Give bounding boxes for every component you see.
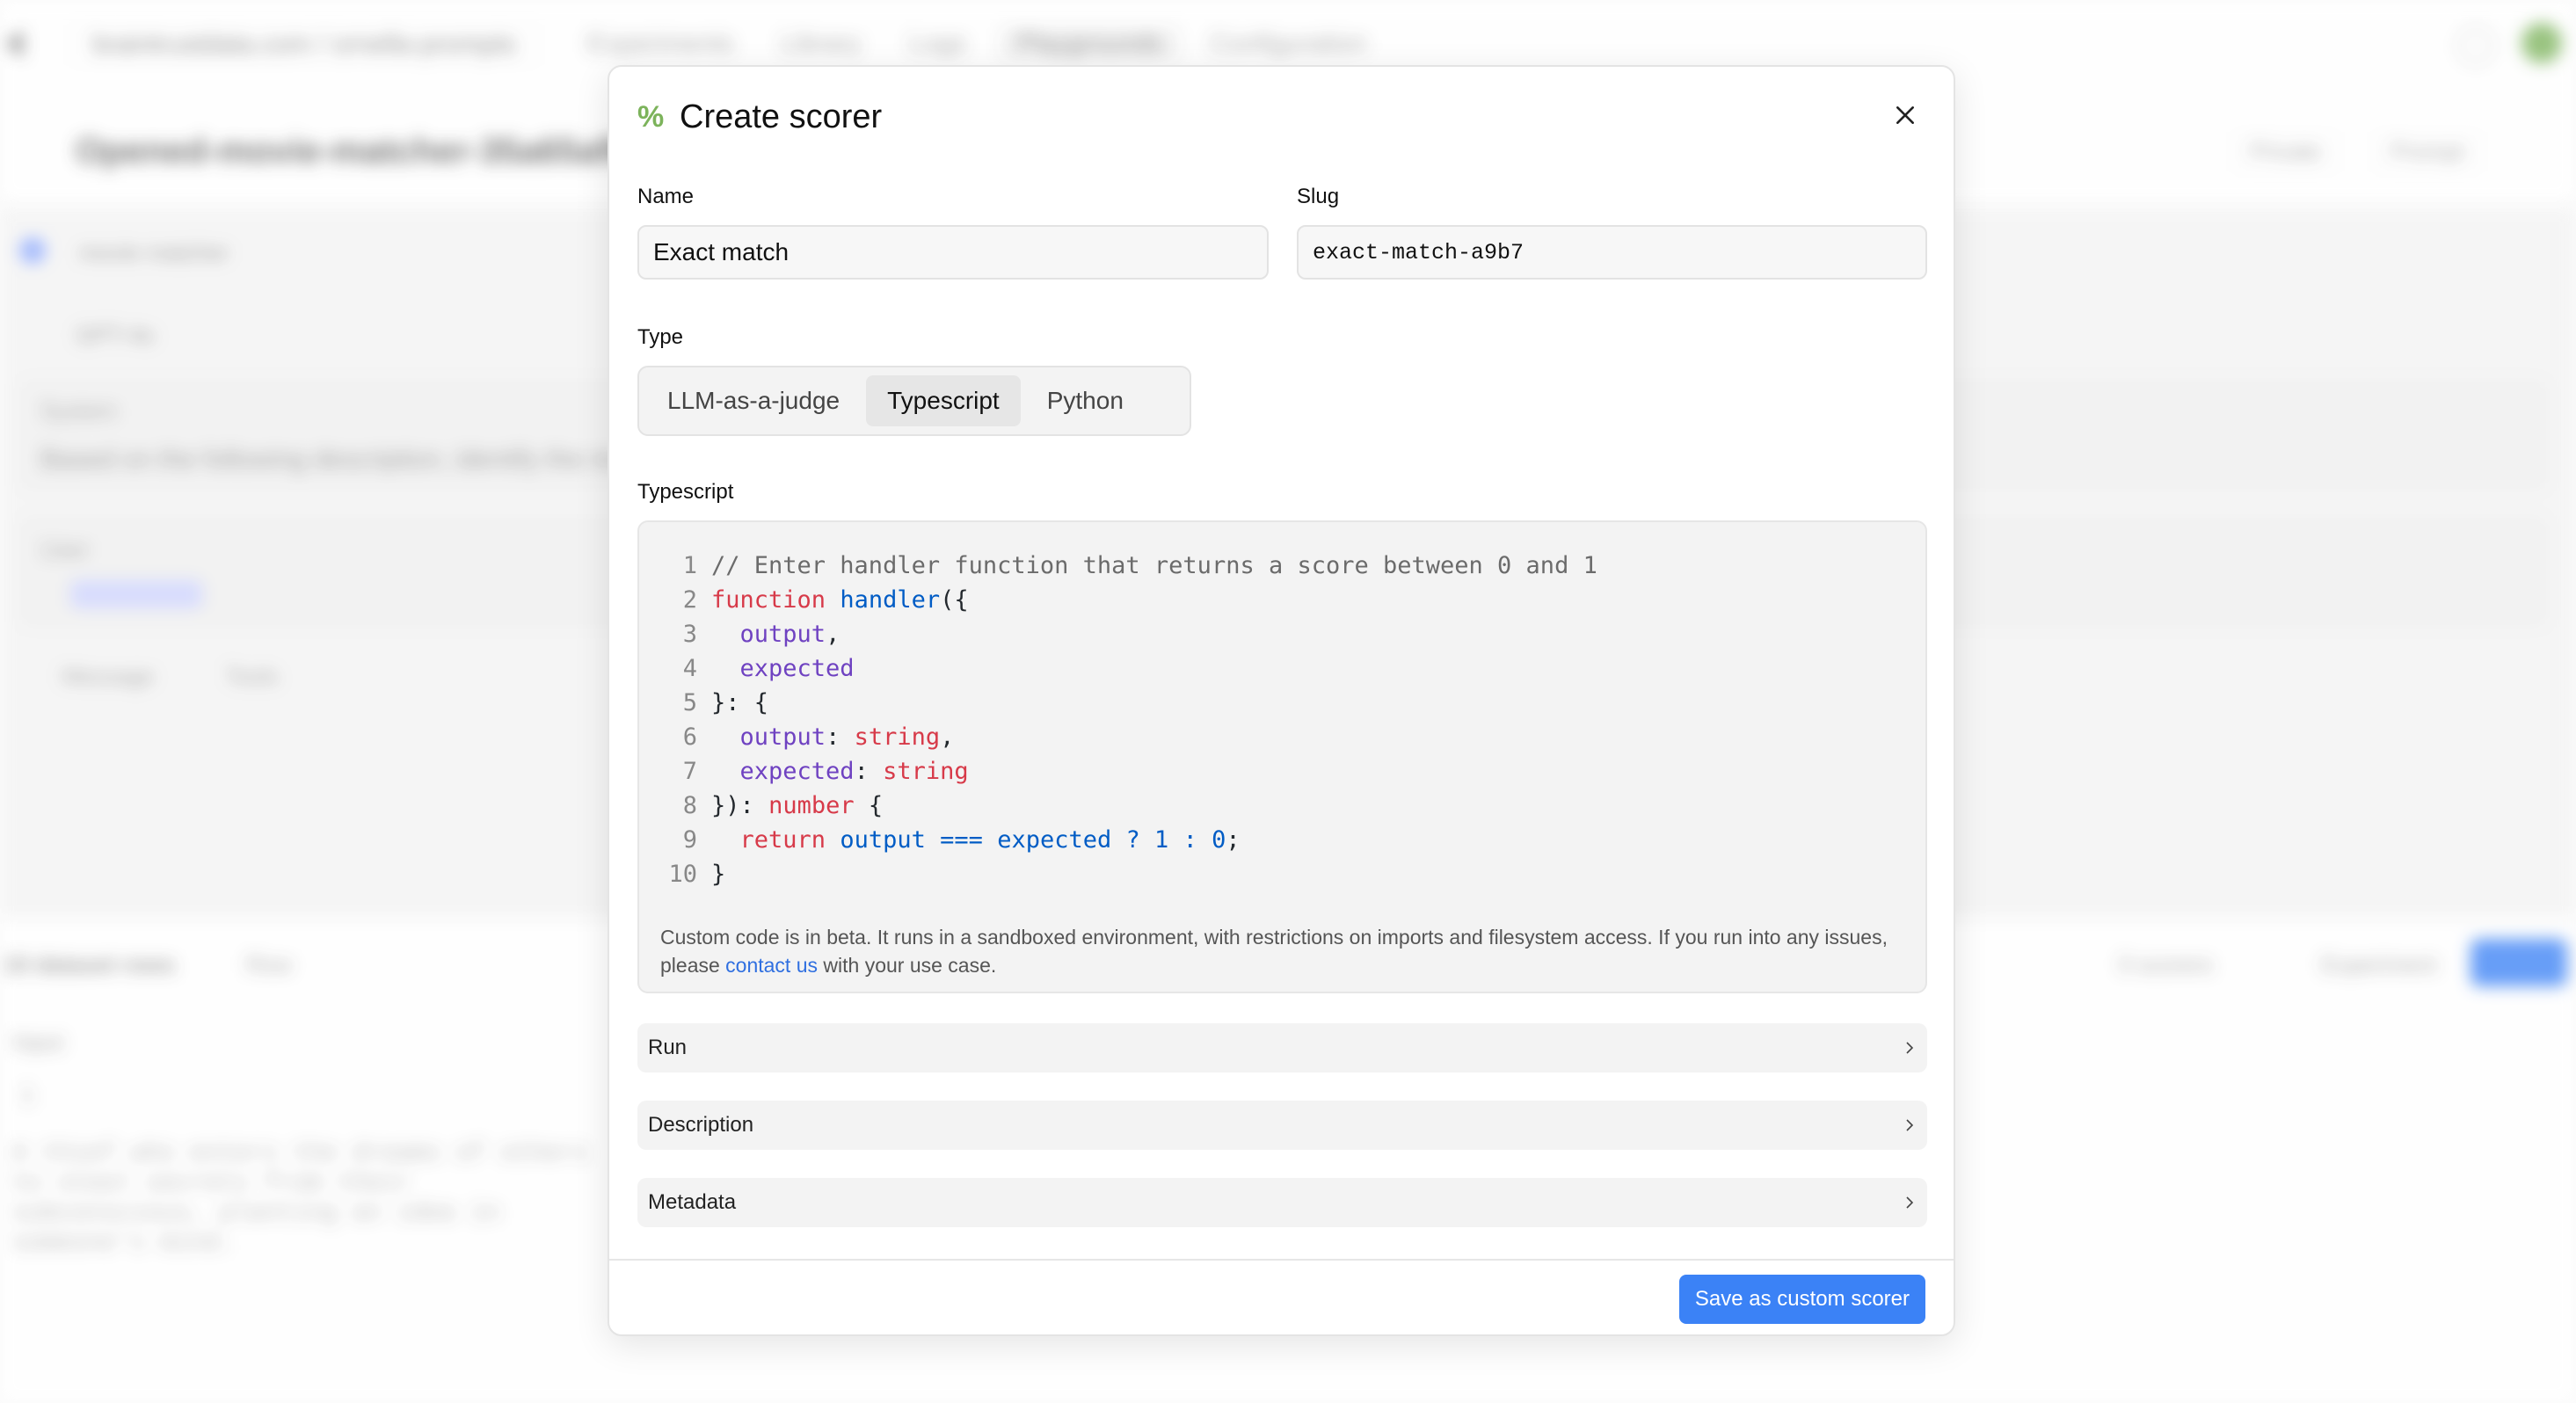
section-description-label: Description	[648, 1113, 754, 1137]
section-metadata-label: Metadata	[648, 1190, 737, 1214]
code-text: output,	[739, 621, 840, 648]
section-run-label: Run	[648, 1036, 688, 1059]
code-text: }): number {	[711, 792, 884, 819]
chevron-right-icon	[1906, 1196, 1914, 1209]
code-line: 7 expected: string	[655, 754, 1597, 789]
dialog-title: % Create scorer	[637, 98, 882, 136]
code-text: return output === expected ? 1 : 0;	[739, 826, 1241, 854]
code-line: 10}	[655, 857, 1597, 891]
code-line: 5 }: {	[655, 686, 1597, 720]
dialog-title-text: Create scorer	[680, 98, 883, 135]
percent-icon: %	[637, 100, 665, 134]
type-label: Type	[637, 325, 684, 349]
slug-label: Slug	[1297, 185, 1340, 208]
code-line: 9 return output === expected ? 1 : 0;	[655, 823, 1597, 857]
line-number: 2	[682, 586, 697, 614]
type-option-llm-judge[interactable]: LLM-as-a-judge	[646, 375, 861, 426]
name-input[interactable]: Exact match	[637, 225, 1269, 280]
line-number: 4	[682, 655, 697, 682]
line-number: 3	[682, 621, 697, 648]
code-line: 6 output: string,	[655, 720, 1597, 754]
code-text: }	[711, 861, 726, 888]
footer-divider	[609, 1259, 1954, 1261]
beta-note: Custom code is in beta. It runs in a san…	[660, 923, 1900, 979]
code-text: // Enter handler function that returns a…	[711, 552, 1597, 579]
code-line: 2 function handler({	[655, 583, 1597, 617]
close-button[interactable]	[1883, 93, 1927, 137]
line-number: 1	[682, 552, 697, 579]
section-run[interactable]: Run	[637, 1023, 1927, 1072]
close-icon	[1896, 106, 1914, 124]
type-segmented-control: LLM-as-a-judge Typescript Python	[637, 366, 1191, 436]
name-label: Name	[637, 185, 695, 208]
type-option-python[interactable]: Python	[1026, 375, 1145, 426]
line-number: 9	[682, 826, 697, 854]
create-scorer-dialog: % Create scorer Name Exact match Slug ex…	[608, 65, 1955, 1336]
code-text: expected: string	[739, 758, 969, 785]
code-line: 3 output,	[655, 617, 1597, 651]
code-lines: 1 // Enter handler function that returns …	[655, 549, 1597, 891]
section-description[interactable]: Description	[637, 1101, 1927, 1150]
line-number: 10	[668, 861, 697, 888]
code-line: 4 expected	[655, 651, 1597, 686]
code-text: function handler({	[711, 586, 969, 614]
line-number: 8	[682, 792, 697, 819]
code-line: 8 }): number {	[655, 789, 1597, 823]
line-number: 5	[682, 689, 697, 716]
code-text: output: string,	[739, 723, 955, 751]
chevron-right-icon	[1906, 1042, 1914, 1054]
contact-us-link[interactable]: contact us	[725, 954, 818, 977]
code-editor[interactable]: 1 // Enter handler function that returns …	[637, 520, 1927, 993]
chevron-right-icon	[1906, 1119, 1914, 1131]
line-number: 7	[682, 758, 697, 785]
code-text: }: {	[711, 689, 769, 716]
type-option-typescript[interactable]: Typescript	[866, 375, 1021, 426]
beta-note-text-end: with your use case.	[818, 954, 997, 977]
save-custom-scorer-button[interactable]: Save as custom scorer	[1678, 1275, 1925, 1324]
code-line: 1 // Enter handler function that returns …	[655, 549, 1597, 583]
code-label: Typescript	[637, 480, 734, 504]
line-number: 6	[682, 723, 697, 751]
section-metadata[interactable]: Metadata	[637, 1178, 1927, 1227]
code-text: expected	[739, 655, 855, 682]
slug-input[interactable]: exact-match-a9b7	[1297, 225, 1927, 280]
